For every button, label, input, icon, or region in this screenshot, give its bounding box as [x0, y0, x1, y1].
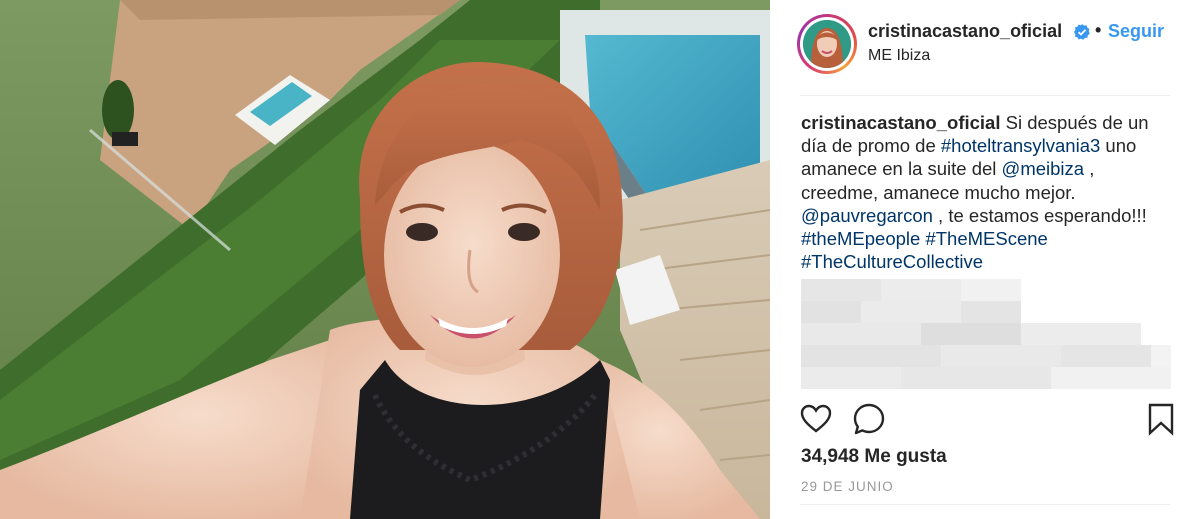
caption-text: , te estamos esperando!!!: [932, 204, 1147, 226]
heart-outline-icon[interactable]: [799, 402, 833, 436]
caption-body: Si después de un día de promo de #hotelt…: [801, 112, 1149, 272]
author-username[interactable]: cristinacastano_oficial: [868, 21, 1062, 42]
selfie-image: [0, 0, 770, 519]
comment-bubble-icon[interactable]: [852, 402, 886, 436]
post-location[interactable]: ME Ibiza: [868, 47, 930, 65]
post-caption: cristinacastano_oficial Si después de un…: [801, 111, 1171, 273]
caption-hashtag-link[interactable]: #TheMEScene: [925, 228, 1047, 249]
header-separator: •: [1095, 20, 1102, 40]
header-divider: [800, 95, 1170, 96]
follow-button[interactable]: Seguir: [1108, 21, 1164, 42]
caption-username[interactable]: cristinacastano_oficial: [801, 112, 1000, 133]
post-actions: [770, 396, 1200, 442]
caption-mention-link[interactable]: @pauvregarcon: [801, 205, 933, 226]
avatar[interactable]: [803, 20, 851, 68]
likes-count[interactable]: 34,948 Me gusta: [801, 446, 947, 468]
bookmark-outline-icon[interactable]: [1144, 402, 1178, 436]
post-date[interactable]: 29 DE JUNIO: [801, 479, 894, 494]
post-side-panel: cristinacastano_oficial • Seguir ME Ibiz…: [770, 0, 1200, 519]
caption-hashtag-link[interactable]: #hoteltransylvania3: [941, 135, 1100, 156]
post-photo[interactable]: [0, 0, 770, 519]
footer-divider: [800, 504, 1170, 505]
verified-badge-icon: [1074, 24, 1090, 40]
story-ring[interactable]: [797, 14, 857, 74]
caption-hashtag-link[interactable]: #theMEpeople: [801, 228, 920, 249]
caption-hashtag-link[interactable]: #TheCultureCollective: [801, 251, 983, 272]
caption-mention-link[interactable]: @meibiza: [1002, 158, 1085, 179]
post-header: cristinacastano_oficial • Seguir ME Ibiz…: [770, 0, 1200, 95]
